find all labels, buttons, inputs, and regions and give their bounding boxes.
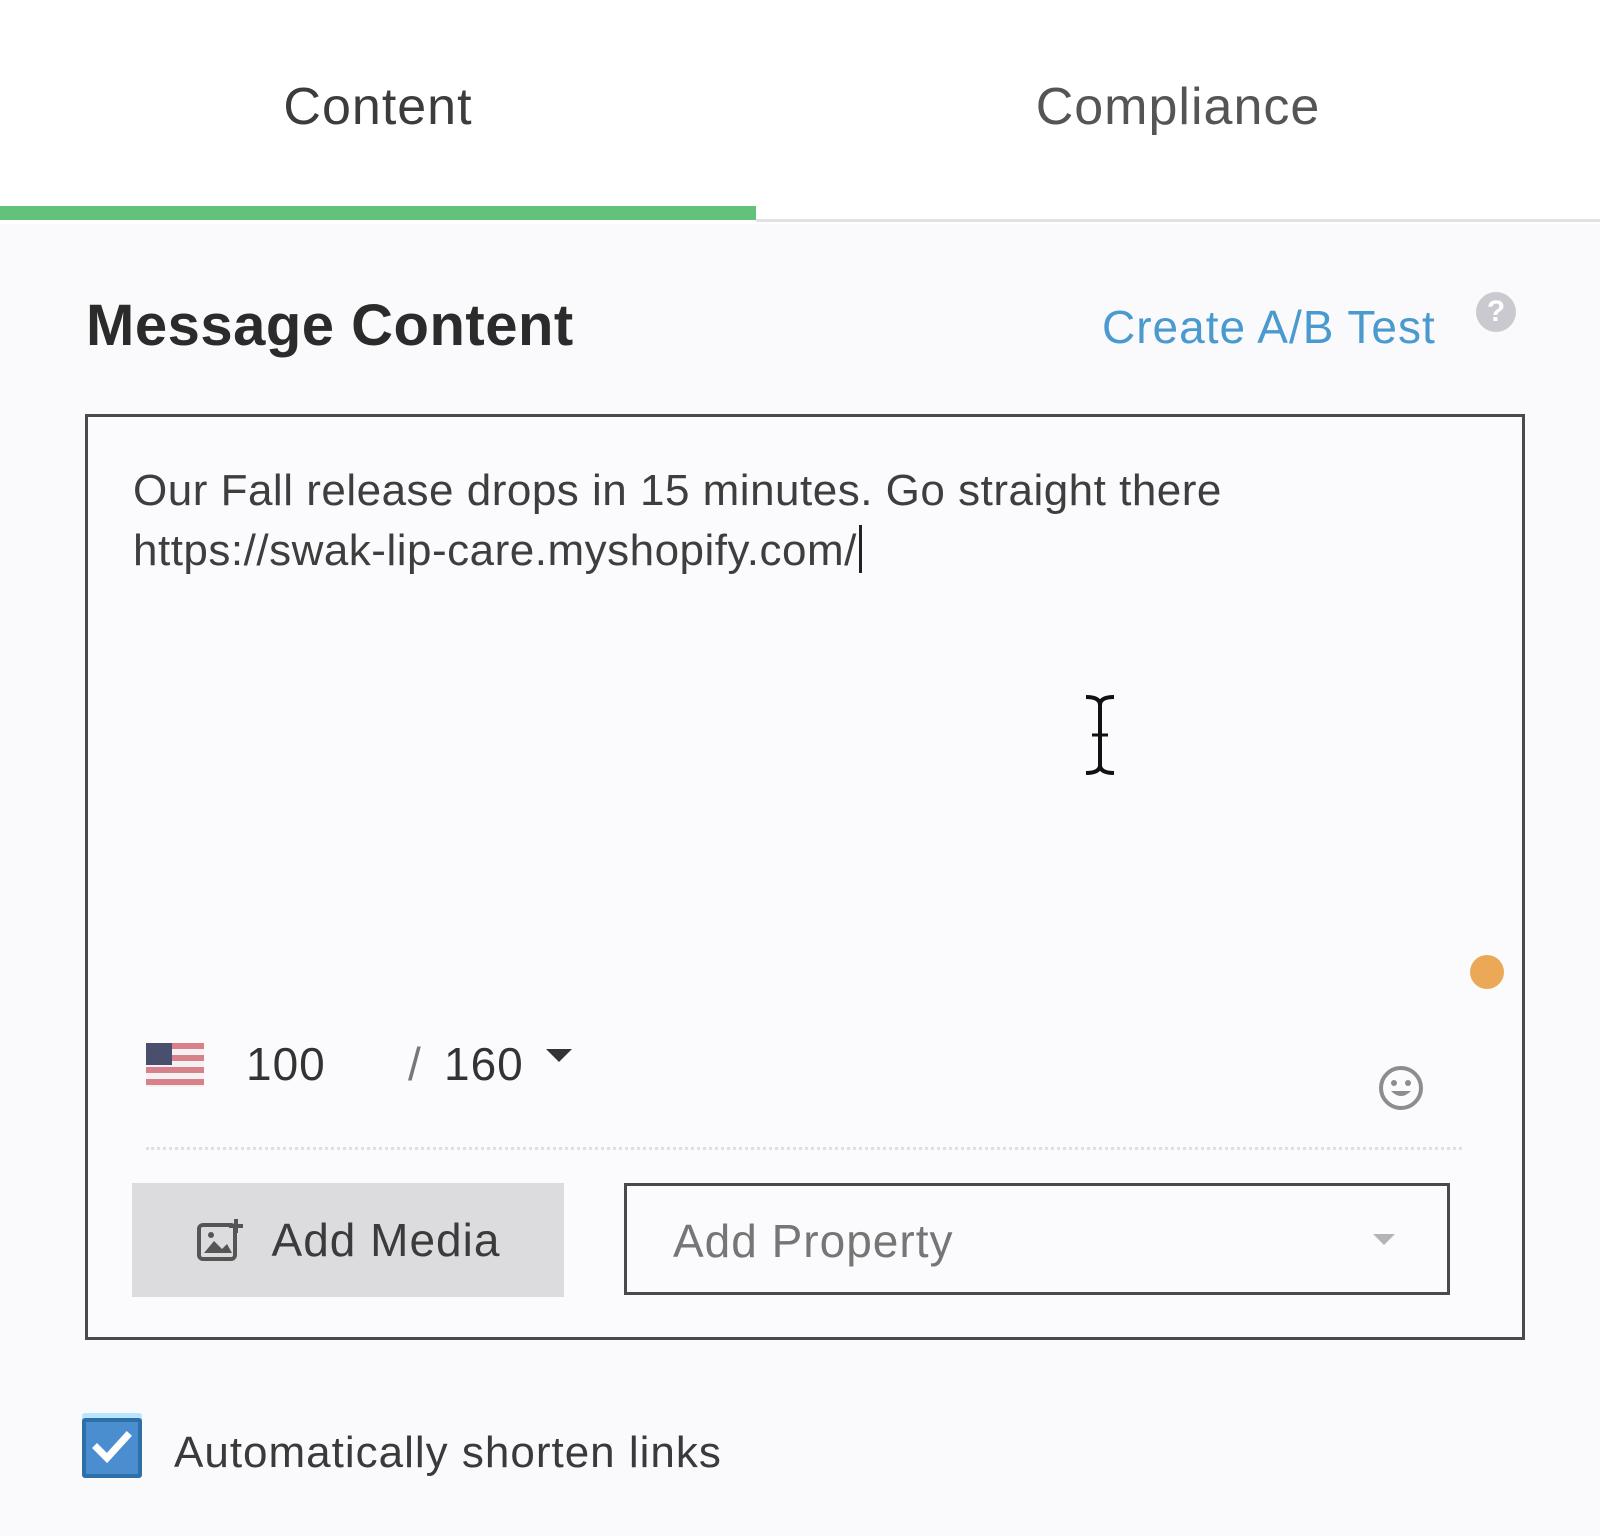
tab-content-label: Content bbox=[283, 78, 473, 136]
help-icon[interactable]: ? bbox=[1476, 292, 1516, 332]
shorten-links-option: Automatically shorten links bbox=[82, 1418, 982, 1482]
add-image-icon bbox=[196, 1219, 243, 1261]
toolbar-divider bbox=[146, 1147, 1462, 1150]
tab-content[interactable]: Content bbox=[0, 0, 756, 210]
chevron-down-icon bbox=[1373, 1234, 1395, 1245]
section-title: Message Content bbox=[86, 293, 574, 358]
add-media-label: Add Media bbox=[271, 1214, 501, 1266]
text-cursor-icon bbox=[1085, 695, 1115, 775]
checkmark-icon bbox=[92, 1431, 132, 1464]
status-dot bbox=[1470, 955, 1504, 989]
active-tab-indicator bbox=[0, 206, 756, 220]
shorten-links-checkbox[interactable] bbox=[82, 1418, 142, 1478]
add-media-button[interactable]: Add Media bbox=[132, 1183, 564, 1297]
smiley-icon[interactable] bbox=[1378, 1065, 1424, 1111]
shorten-links-label[interactable]: Automatically shorten links bbox=[174, 1428, 722, 1478]
text-caret bbox=[858, 525, 862, 573]
add-property-placeholder: Add Property bbox=[673, 1215, 954, 1267]
sms-editor-page: Content Compliance Message Content Creat… bbox=[0, 0, 1600, 1536]
tab-bar: Content Compliance bbox=[0, 0, 1600, 224]
message-editor[interactable]: Our Fall release drops in 15 minutes. Go… bbox=[85, 414, 1525, 1340]
character-counter: 100 / 160 bbox=[146, 1031, 1446, 1101]
character-limit: 160 bbox=[444, 1038, 524, 1090]
create-ab-test-link[interactable]: Create A/B Test bbox=[1102, 300, 1436, 354]
us-flag-icon[interactable] bbox=[146, 1043, 204, 1087]
tab-compliance[interactable]: Compliance bbox=[756, 0, 1600, 210]
message-textarea[interactable]: Our Fall release drops in 15 minutes. Go… bbox=[133, 461, 1433, 581]
add-property-select[interactable]: Add Property bbox=[624, 1183, 1450, 1295]
tab-divider bbox=[756, 219, 1600, 222]
character-separator: / bbox=[408, 1038, 421, 1090]
chevron-down-icon[interactable] bbox=[546, 1049, 572, 1062]
message-text: Our Fall release drops in 15 minutes. Go… bbox=[133, 466, 1235, 575]
tab-compliance-label: Compliance bbox=[1035, 78, 1321, 136]
character-count: 100 bbox=[246, 1038, 326, 1090]
